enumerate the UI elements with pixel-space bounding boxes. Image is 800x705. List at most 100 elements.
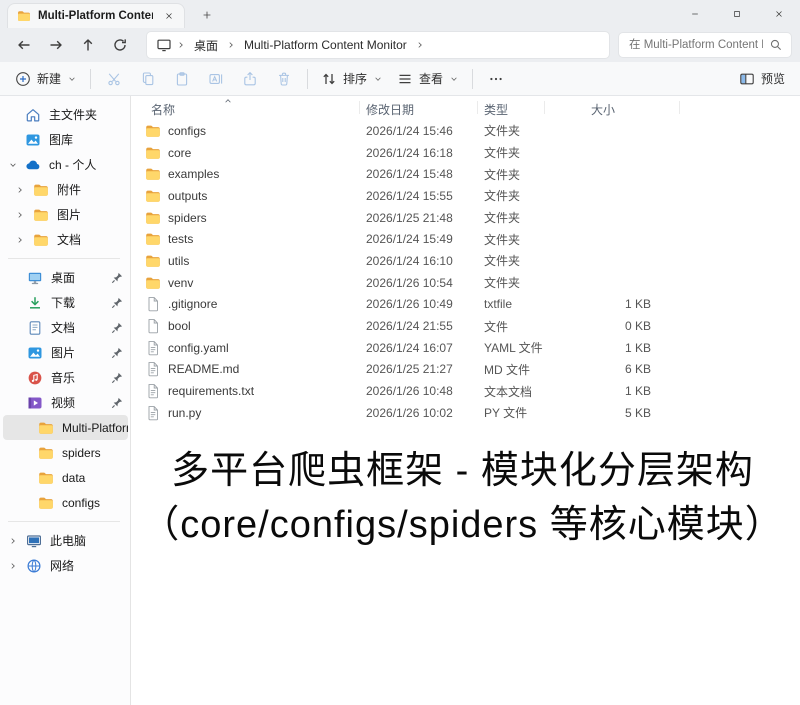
file-name-cell: bool [131, 318, 366, 334]
sidebar-item-onedrive[interactable]: ch - 个人 [0, 152, 130, 177]
sidebar-item-onedrive-pictures[interactable]: 图片 [0, 202, 130, 227]
chevron-right-icon[interactable] [8, 561, 18, 571]
sidebar-item-configs[interactable]: configs [0, 490, 130, 515]
column-header-row: 名称 修改日期 类型 大小 [131, 96, 800, 120]
column-divider[interactable] [477, 101, 478, 114]
minimize-button[interactable] [674, 0, 716, 28]
table-row[interactable]: venv 2026/1/26 10:54 文件夹 [131, 272, 800, 294]
chevron-down-icon[interactable] [8, 160, 18, 170]
address-row: 桌面 Multi-Platform Content Monitor [0, 28, 800, 62]
sort-button-label: 排序 [343, 72, 368, 86]
sidebar-item-videos[interactable]: 视频 [0, 390, 130, 415]
chevron-right-icon[interactable] [15, 185, 25, 195]
search-input[interactable] [627, 38, 765, 52]
breadcrumb-current-folder[interactable]: Multi-Platform Content Monitor [240, 38, 411, 52]
file-date: 2026/1/24 15:49 [366, 232, 453, 247]
sidebar-item-music[interactable]: 音乐 [0, 365, 130, 390]
view-button[interactable]: 查看 [390, 65, 466, 93]
column-divider[interactable] [359, 101, 360, 114]
table-row[interactable]: .gitignore 2026/1/26 10:49 txtfile 1 KB [131, 294, 800, 316]
file-list: configs 2026/1/24 15:46 文件夹 core 2026/1/… [131, 120, 800, 424]
file-type: 文件夹 [484, 124, 521, 139]
up-button[interactable] [72, 31, 104, 59]
paste-button[interactable] [165, 65, 199, 93]
delete-button[interactable] [267, 65, 301, 93]
sidebar-item-pictures[interactable]: 图片 [0, 340, 130, 365]
table-row[interactable]: config.yaml 2026/1/24 16:07 YAML 文件 1 KB [131, 337, 800, 359]
rename-icon [208, 71, 224, 87]
close-button[interactable] [758, 0, 800, 28]
sidebar-item-home[interactable]: 主文件夹 [0, 102, 130, 127]
column-header-type[interactable]: 类型 [484, 101, 508, 118]
chevron-right-icon[interactable] [8, 536, 18, 546]
breadcrumb[interactable]: 桌面 Multi-Platform Content Monitor [146, 31, 610, 59]
sidebar-item-spiders[interactable]: spiders [0, 440, 130, 465]
videos-icon [27, 395, 43, 411]
sidebar-item-onedrive-documents[interactable]: 文档 [0, 227, 130, 252]
file-date: 2026/1/24 21:55 [366, 319, 453, 334]
new-tab-button[interactable] [198, 6, 216, 24]
table-row[interactable]: examples 2026/1/24 15:48 文件夹 [131, 163, 800, 185]
search-box[interactable] [618, 32, 792, 58]
chevron-right-icon[interactable] [15, 210, 25, 220]
file-date: 2026/1/24 15:55 [366, 188, 453, 203]
chevron-down-icon [449, 74, 459, 84]
file-type-icon [145, 361, 161, 377]
share-button[interactable] [233, 65, 267, 93]
table-row[interactable]: run.py 2026/1/26 10:02 PY 文件 5 KB [131, 402, 800, 424]
table-row[interactable]: utils 2026/1/24 16:10 文件夹 [131, 250, 800, 272]
column-header-date[interactable]: 修改日期 [366, 101, 414, 118]
file-name: config.yaml [168, 340, 229, 355]
folder-icon [33, 207, 49, 223]
table-row[interactable]: README.md 2026/1/25 21:27 MD 文件 6 KB [131, 359, 800, 381]
sidebar-item-attachments[interactable]: 附件 [0, 177, 130, 202]
table-row[interactable]: tests 2026/1/24 15:49 文件夹 [131, 228, 800, 250]
preview-button[interactable]: 预览 [732, 65, 792, 93]
file-type-icon [145, 253, 161, 269]
rename-button[interactable] [199, 65, 233, 93]
column-header-name[interactable]: 名称 [151, 101, 175, 118]
sort-button[interactable]: 排序 [314, 65, 390, 93]
more-options-button[interactable] [479, 65, 513, 93]
back-button[interactable] [8, 31, 40, 59]
sidebar-item-downloads[interactable]: 下载 [0, 290, 130, 315]
file-name-cell: outputs [131, 188, 366, 204]
sidebar-item-data[interactable]: data [0, 465, 130, 490]
this-pc-icon [26, 533, 42, 549]
file-type: YAML 文件 [484, 341, 543, 356]
sidebar-item-network[interactable]: 网络 [0, 553, 130, 578]
column-header-size[interactable]: 大小 [591, 101, 615, 118]
refresh-button[interactable] [104, 31, 136, 59]
sidebar-item-current-folder[interactable]: Multi-Platform Conte [3, 415, 128, 440]
breadcrumb-desktop[interactable]: 桌面 [190, 37, 222, 54]
forward-button[interactable] [40, 31, 72, 59]
table-row[interactable]: outputs 2026/1/24 15:55 文件夹 [131, 185, 800, 207]
sidebar-item-this-pc[interactable]: 此电脑 [0, 528, 130, 553]
sidebar-item-label: 图库 [49, 133, 74, 147]
explorer-tab[interactable]: Multi-Platform Content Monit [7, 3, 185, 28]
cut-button[interactable] [97, 65, 131, 93]
file-type: 文件 [484, 319, 509, 334]
sidebar-item-gallery[interactable]: 图库 [0, 127, 130, 152]
tab-close-icon[interactable] [160, 7, 178, 25]
new-button[interactable]: 新建 [8, 65, 84, 93]
chevron-down-icon [67, 74, 77, 84]
column-divider[interactable] [544, 101, 545, 114]
table-row[interactable]: configs 2026/1/24 15:46 文件夹 [131, 120, 800, 142]
table-row[interactable]: bool 2026/1/24 21:55 文件 0 KB [131, 315, 800, 337]
sidebar-item-documents[interactable]: 文档 [0, 315, 130, 340]
gallery-icon [25, 132, 41, 148]
copy-button[interactable] [131, 65, 165, 93]
copy-icon [140, 71, 156, 87]
sidebar-item-desktop[interactable]: 桌面 [0, 265, 130, 290]
table-row[interactable]: core 2026/1/24 16:18 文件夹 [131, 142, 800, 164]
file-type-icon [145, 123, 161, 139]
maximize-button[interactable] [716, 0, 758, 28]
sort-ascending-icon [223, 96, 233, 106]
chevron-right-icon[interactable] [15, 235, 25, 245]
sidebar-divider [8, 521, 120, 522]
table-row[interactable]: requirements.txt 2026/1/26 10:48 文本文档 1 … [131, 380, 800, 402]
column-divider[interactable] [679, 101, 680, 114]
table-row[interactable]: spiders 2026/1/25 21:48 文件夹 [131, 207, 800, 229]
file-name-cell: configs [131, 123, 366, 139]
